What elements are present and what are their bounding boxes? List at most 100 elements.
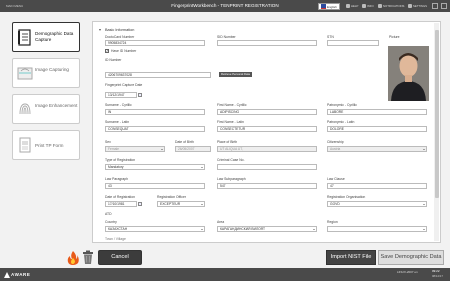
law-clause-field[interactable]: 47: [327, 183, 427, 189]
law-paragraph-field[interactable]: 43: [105, 183, 205, 189]
trash-icon[interactable]: [82, 250, 94, 265]
bell-icon: [378, 4, 382, 9]
notifications-button[interactable]: NOTIFICATIONS: [378, 4, 405, 9]
citizenship-label: Citizenship: [327, 140, 344, 144]
sid-field[interactable]: [217, 40, 317, 46]
criminal-case-label: Criminal Case No.: [217, 158, 245, 162]
firstname-latin-field[interactable]: CONSECTETUR: [217, 126, 317, 132]
info-button[interactable]: INFO: [362, 4, 374, 9]
info-icon: [362, 4, 366, 9]
help-button[interactable]: HELP: [346, 4, 358, 9]
patronymic-latin-field[interactable]: DOLORE: [327, 126, 427, 132]
surname-cyrillic-field[interactable]: IN: [105, 109, 205, 115]
dob-field[interactable]: 26/05/2007: [175, 146, 211, 152]
sex-select[interactable]: Female: [105, 146, 165, 152]
help-icon: [346, 4, 350, 9]
nav-label: Image Capturing: [35, 67, 69, 72]
criminal-case-field[interactable]: [217, 164, 317, 170]
capture-date-field[interactable]: 13/12/1947: [105, 92, 137, 98]
pob-label: Place of Birth: [217, 140, 238, 144]
picture-label: Picture: [389, 35, 400, 39]
brand-logo-icon: [4, 271, 10, 278]
scanner-icon: [17, 67, 33, 80]
registration-date-field[interactable]: 17/10/1981: [105, 201, 137, 207]
status-bar: AWARE LINUX-2007 en 09:22 08/12/17: [0, 268, 450, 281]
nav-label: Print TP Form: [35, 143, 64, 148]
demographic-form: Basic Information DoctoCard Number 99058…: [92, 21, 441, 243]
stn-label: STN: [327, 35, 334, 39]
firstname-latin-label: First Name - Latin: [217, 120, 244, 124]
title-bar: MAIN MENU FingerprintWorkbench - TENPRIN…: [0, 0, 450, 12]
law-subparagraph-field[interactable]: 547: [217, 183, 317, 189]
law-paragraph-label: Law Paragraph: [105, 177, 128, 181]
atd-label: ATD: [105, 212, 112, 216]
nav-label: Image Enhancement: [35, 103, 78, 108]
area-select[interactable]: КАРАГАНДИНСКИЙ ВИЛОЯТ: [217, 226, 317, 232]
country-select[interactable]: КАЗАХСТАН: [105, 226, 205, 232]
law-clause-label: Law Clause: [327, 177, 345, 181]
patronymic-cyrillic-label: Patronymic - Cyrillic: [327, 103, 357, 107]
notifications-label: NOTIFICATIONS: [383, 4, 405, 8]
region-label: Region: [327, 220, 338, 224]
status-date: 08/12/17: [432, 274, 443, 278]
nav-image-enhancement[interactable]: Image Enhancement: [12, 94, 80, 124]
dob-label: Date of Birth: [175, 140, 194, 144]
id-field[interactable]: 4206709637028: [105, 72, 211, 78]
sid-label: SID Number: [217, 35, 236, 39]
nav-print-tp-form[interactable]: Print TP Form: [12, 130, 80, 160]
retrieve-personal-data-button[interactable]: Retrieve Personal Data: [219, 72, 252, 77]
registration-type-select[interactable]: Mandatory: [105, 164, 205, 170]
cancel-button[interactable]: Cancel: [98, 250, 142, 265]
sex-label: Sex: [105, 140, 111, 144]
region-select[interactable]: [327, 226, 427, 232]
have-id-label: Have ID Number: [111, 49, 137, 53]
patronymic-cyrillic-field[interactable]: LABORE: [327, 109, 427, 115]
area-label: Area: [217, 220, 225, 224]
save-demographic-data-button[interactable]: Save Demographic Data: [378, 250, 444, 265]
stn-field[interactable]: [327, 40, 379, 46]
scrollbar-thumb[interactable]: [434, 30, 439, 198]
have-id-checkbox[interactable]: ✓: [105, 49, 109, 53]
patronymic-latin-label: Patronymic - Latin: [327, 120, 355, 124]
calendar-icon[interactable]: [138, 93, 142, 97]
registration-organisation-label: Registration Organisation: [327, 195, 366, 199]
brand-name: AWARE: [11, 271, 31, 277]
registration-type-label: Type of Registration: [105, 158, 136, 162]
nav-label: Demographic Data Capture: [35, 31, 74, 42]
collapse-icon[interactable]: [99, 29, 101, 31]
language-value: English: [327, 4, 337, 9]
fingerprint-icon: [19, 103, 31, 115]
country-label: Country: [105, 220, 117, 224]
document-icon: [19, 137, 31, 153]
nav-demographic-data[interactable]: Demographic Data Capture: [12, 22, 80, 52]
registration-date-label: Date of Registration: [105, 195, 135, 199]
firstname-cyrillic-field[interactable]: ADIPISCING: [217, 109, 317, 115]
info-label: INFO: [367, 4, 374, 8]
section-title: Basic Information: [105, 28, 135, 32]
fire-icon: [67, 251, 79, 265]
settings-button[interactable]: SETTINGS: [408, 4, 427, 9]
portrait-image: [388, 46, 429, 101]
surname-latin-label: Surname - Latin: [105, 120, 130, 124]
flag-icon: [321, 4, 326, 9]
pob-field[interactable]: UT ALIQUA UT,: [217, 146, 317, 152]
gear-icon: [408, 4, 412, 9]
id-label: ID Number: [105, 58, 122, 62]
person-photo: [388, 46, 429, 101]
minimize-button[interactable]: [432, 3, 438, 9]
citizenship-select[interactable]: Austria: [327, 146, 427, 152]
registration-officer-select[interactable]: EXCEPTEUR: [157, 201, 205, 207]
calendar-icon[interactable]: [138, 202, 142, 206]
doctocard-label: DoctoCard Number: [105, 35, 135, 39]
town-label: Town / Village: [105, 237, 126, 241]
surname-latin-field[interactable]: CONSEQUAT: [105, 126, 205, 132]
registration-officer-label: Registration Officer: [157, 195, 186, 199]
import-nist-file-button[interactable]: Import NIST File: [326, 250, 376, 265]
status-time: 09:22: [432, 269, 440, 273]
nav-image-capturing[interactable]: Image Capturing: [12, 58, 80, 88]
language-select[interactable]: English: [318, 2, 340, 10]
doctocard-field[interactable]: 9905834724: [105, 40, 205, 46]
close-button[interactable]: [441, 3, 447, 9]
registration-organisation-select[interactable]: GOVD: [327, 201, 427, 207]
capture-date-label: Fingerprint Capture Date: [105, 83, 143, 87]
